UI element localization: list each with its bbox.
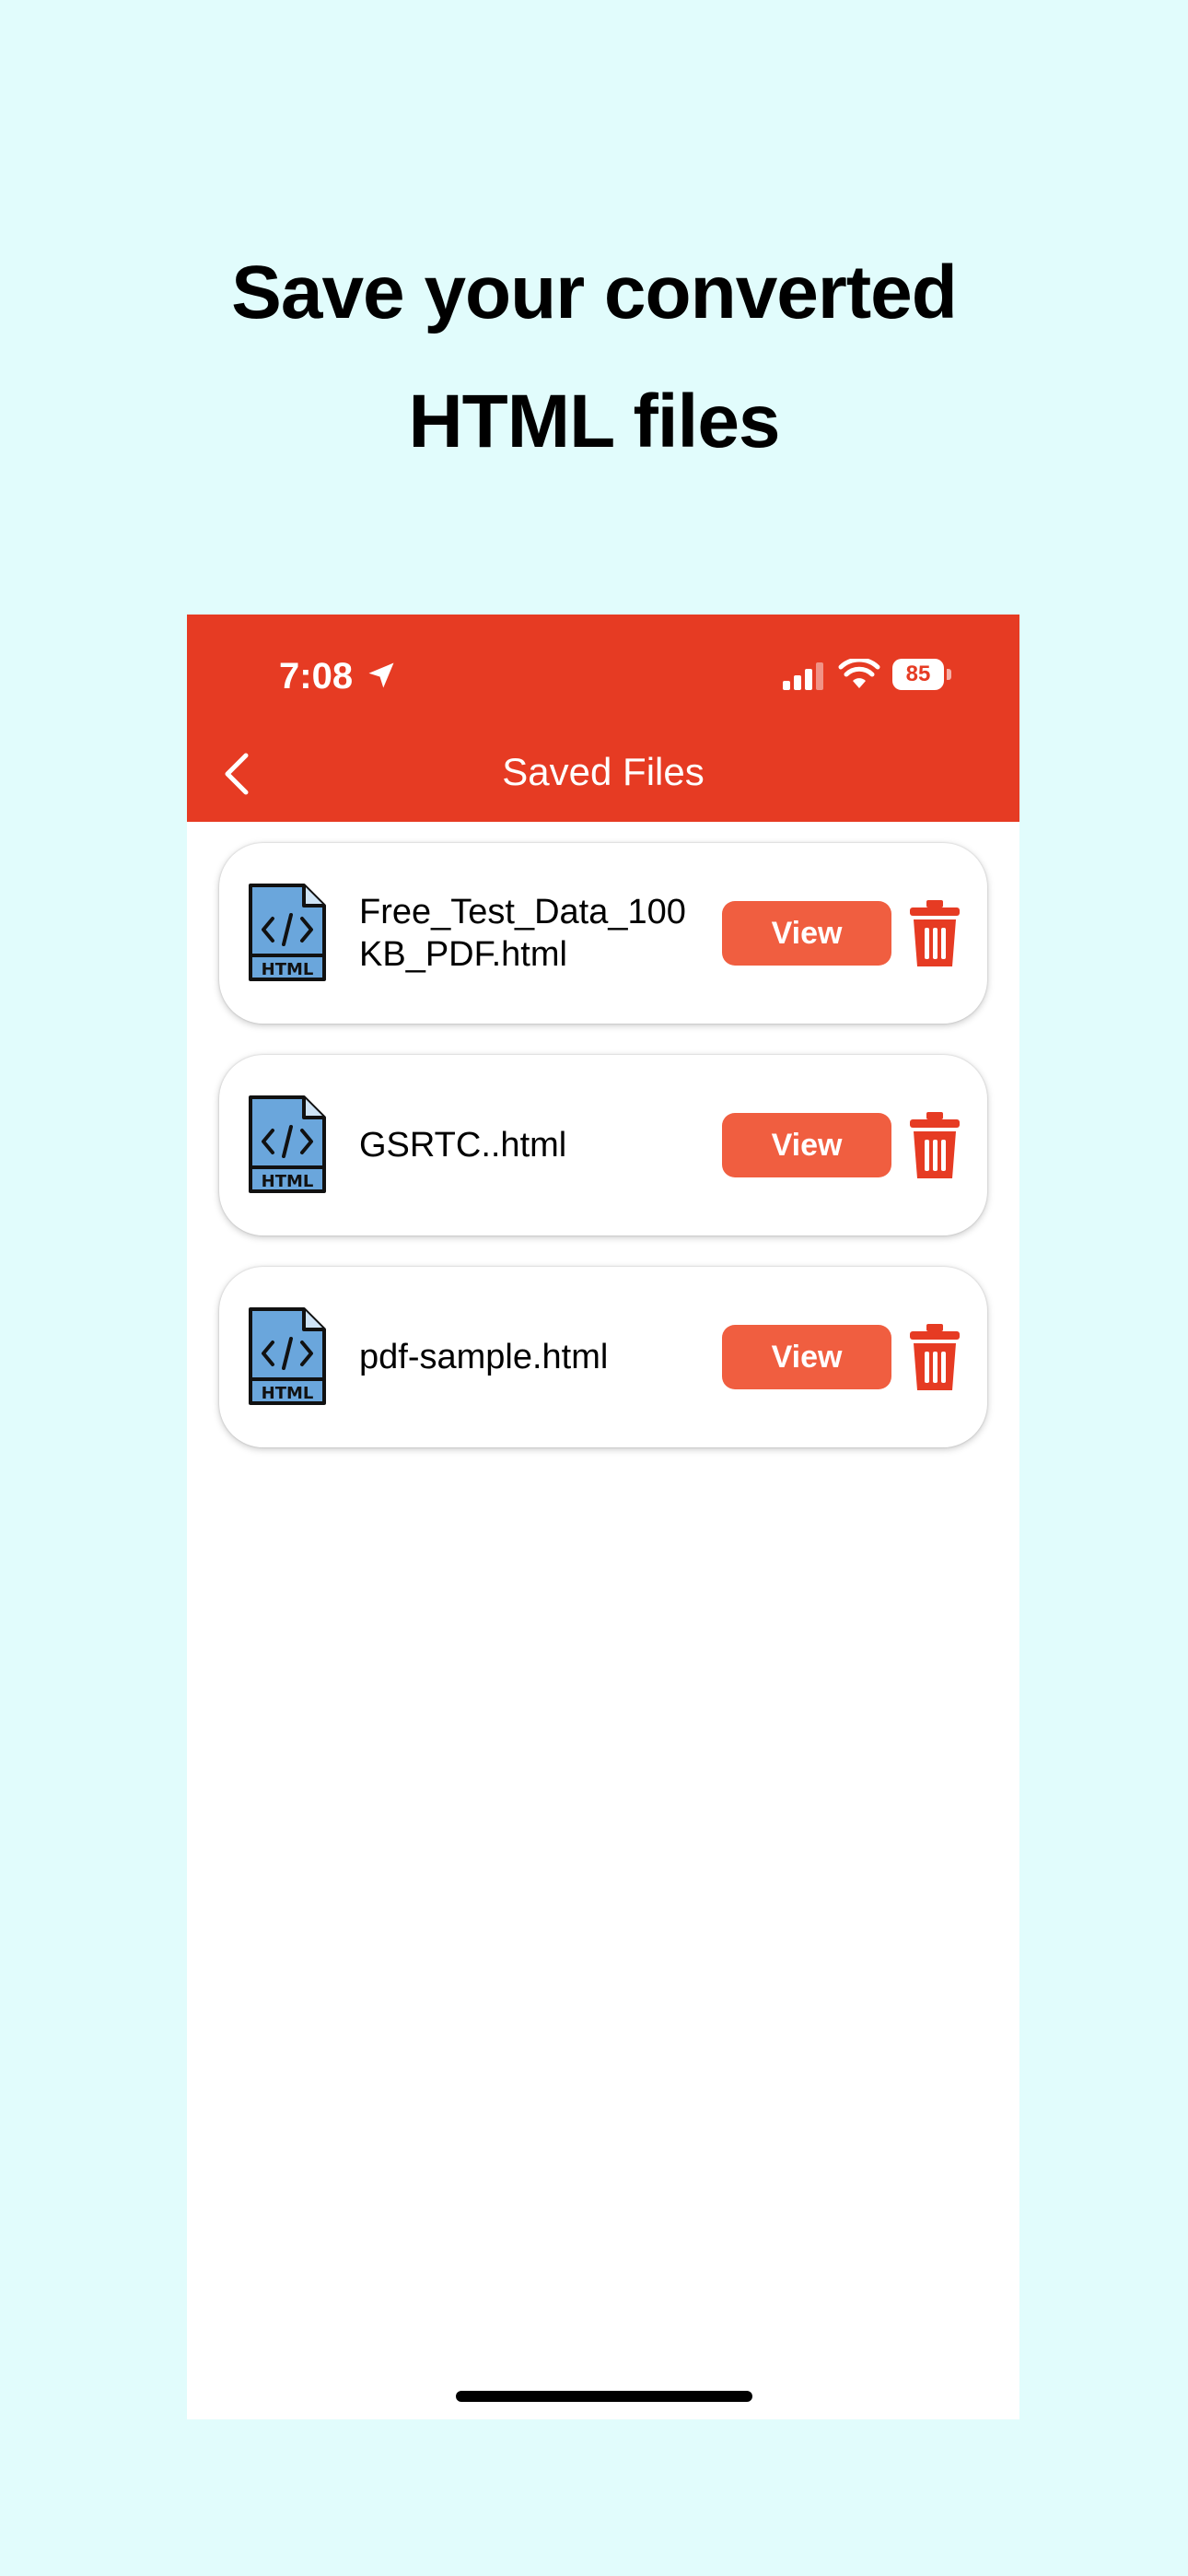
battery-icon: 85: [892, 659, 951, 690]
headline-line-2: HTML files: [408, 380, 780, 463]
html-file-icon: HTML: [249, 884, 326, 981]
battery-level: 85: [892, 659, 944, 690]
file-name: Free_Test_Data_100KB_PDF.html: [359, 893, 686, 974]
svg-text:HTML: HTML: [262, 1384, 314, 1403]
file-card: HTML Free_Test_Data_100KB_PDF.html View: [219, 843, 987, 1024]
file-card: HTML pdf-sample.html View: [219, 1267, 987, 1447]
headline-line-1: Save your converted: [231, 251, 958, 334]
trash-icon[interactable]: [908, 1324, 961, 1390]
phone-screen: 7:08 85 Saved Files HTML Free_Test_Data_…: [187, 615, 1019, 2419]
html-file-icon: HTML: [249, 1095, 326, 1193]
home-indicator[interactable]: [456, 2391, 752, 2402]
battery-tip: [947, 669, 951, 680]
view-button[interactable]: View: [722, 901, 891, 966]
file-name: GSRTC..html: [359, 1126, 567, 1165]
trash-icon[interactable]: [908, 900, 961, 966]
html-file-icon: HTML: [249, 1307, 326, 1405]
svg-text:HTML: HTML: [262, 1172, 314, 1191]
signal-icon: [783, 662, 823, 690]
view-button[interactable]: View: [722, 1113, 891, 1177]
trash-icon[interactable]: [908, 1112, 961, 1178]
location-arrow-icon: [368, 662, 394, 688]
file-card: HTML GSRTC..html View: [219, 1055, 987, 1235]
wifi-icon: [838, 659, 880, 688]
page-title: Saved Files: [502, 750, 705, 793]
header-bar: 7:08 85 Saved Files: [187, 615, 1019, 822]
file-name: pdf-sample.html: [359, 1338, 609, 1376]
marketing-headline: Save your converted HTML files: [0, 228, 1188, 486]
view-button[interactable]: View: [722, 1325, 891, 1389]
svg-text:HTML: HTML: [262, 960, 314, 979]
status-time: 7:08: [279, 656, 354, 697]
